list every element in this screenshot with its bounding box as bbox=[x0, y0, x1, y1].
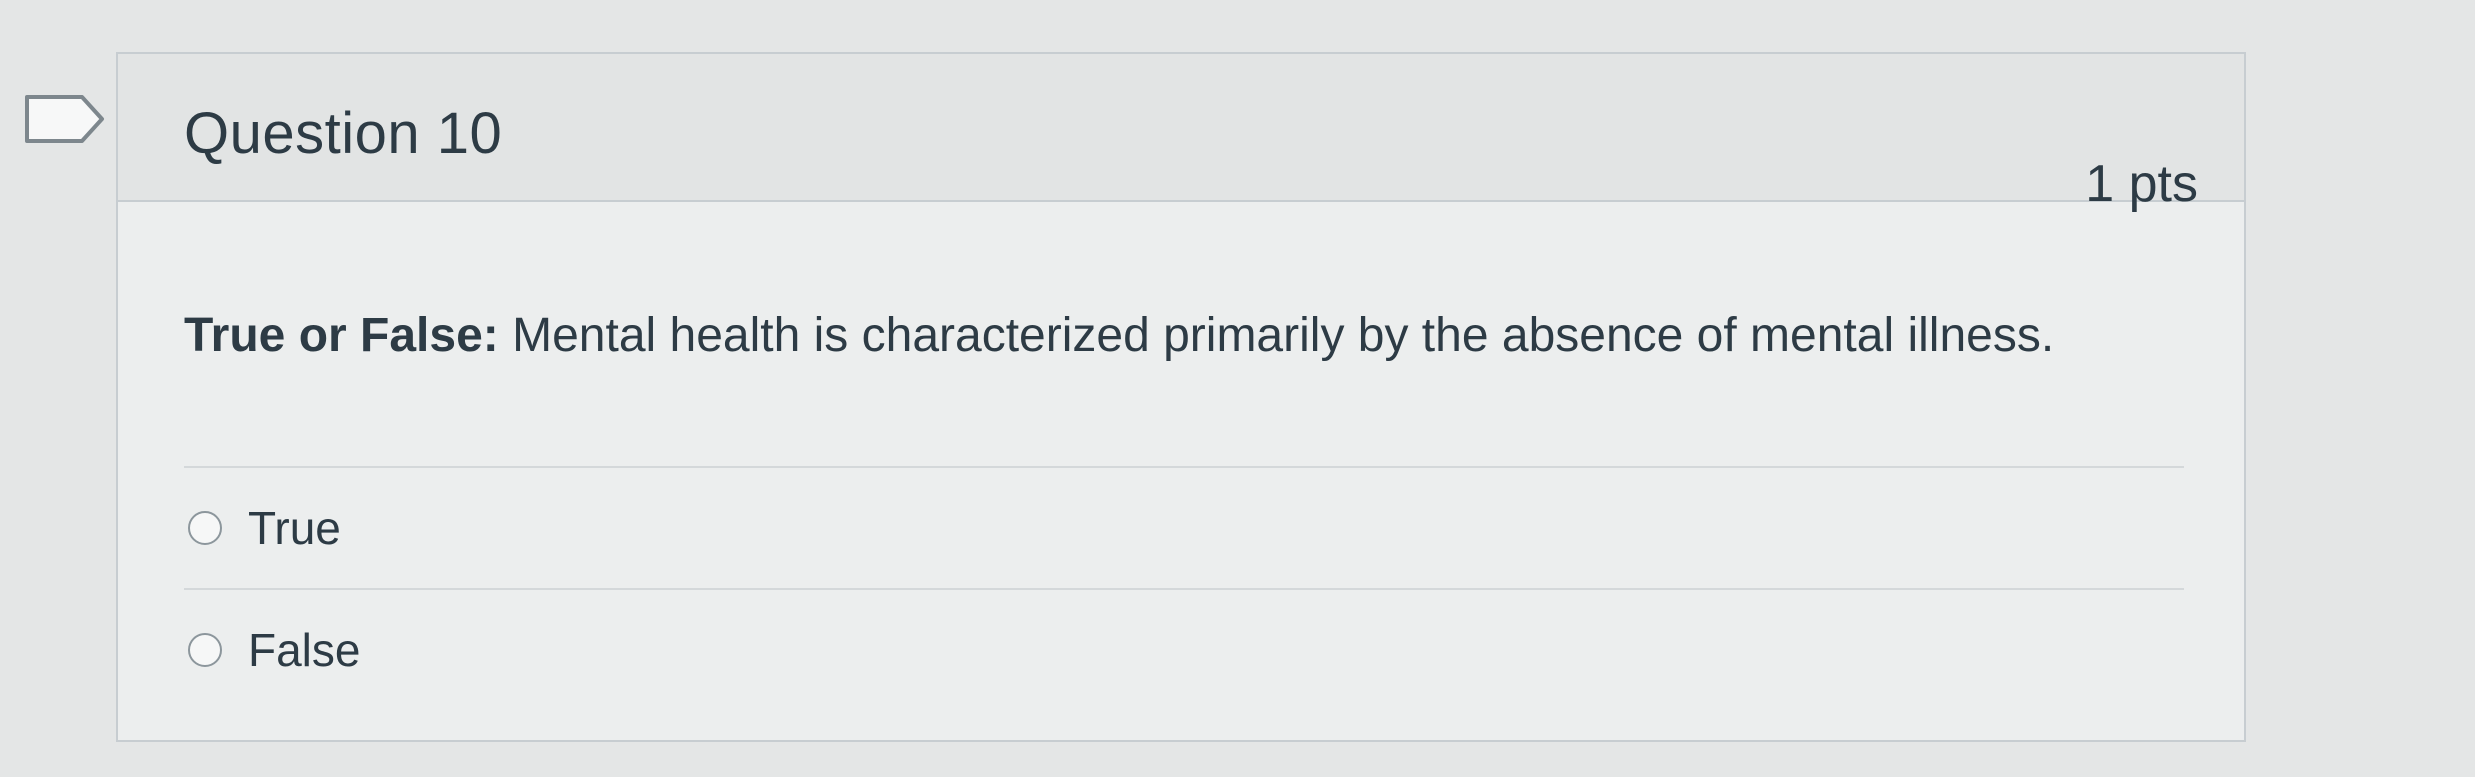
question-text: True or False: Mental health is characte… bbox=[184, 304, 2204, 368]
question-prompt-text: Mental health is characterized primarily… bbox=[498, 309, 2055, 362]
question-points: 1 pts bbox=[2085, 155, 2198, 213]
radio-button-false[interactable] bbox=[188, 633, 222, 667]
question-card: Question 10 1 pts True or False: Mental … bbox=[116, 52, 2246, 742]
question-body: True or False: Mental health is characte… bbox=[184, 304, 2204, 368]
answer-label-false: False bbox=[248, 624, 361, 676]
radio-button-true[interactable] bbox=[188, 511, 222, 545]
answer-list: True False bbox=[184, 466, 2184, 710]
question-prompt-bold: True or False: bbox=[184, 309, 499, 362]
question-title: Question 10 bbox=[184, 101, 503, 166]
answer-option-false[interactable]: False bbox=[184, 590, 2184, 710]
answer-option-true[interactable]: True bbox=[184, 468, 2184, 588]
question-header: Question 10 1 pts bbox=[118, 54, 2244, 213]
flag-question-icon[interactable] bbox=[24, 94, 106, 144]
answer-label-true: True bbox=[248, 502, 341, 554]
